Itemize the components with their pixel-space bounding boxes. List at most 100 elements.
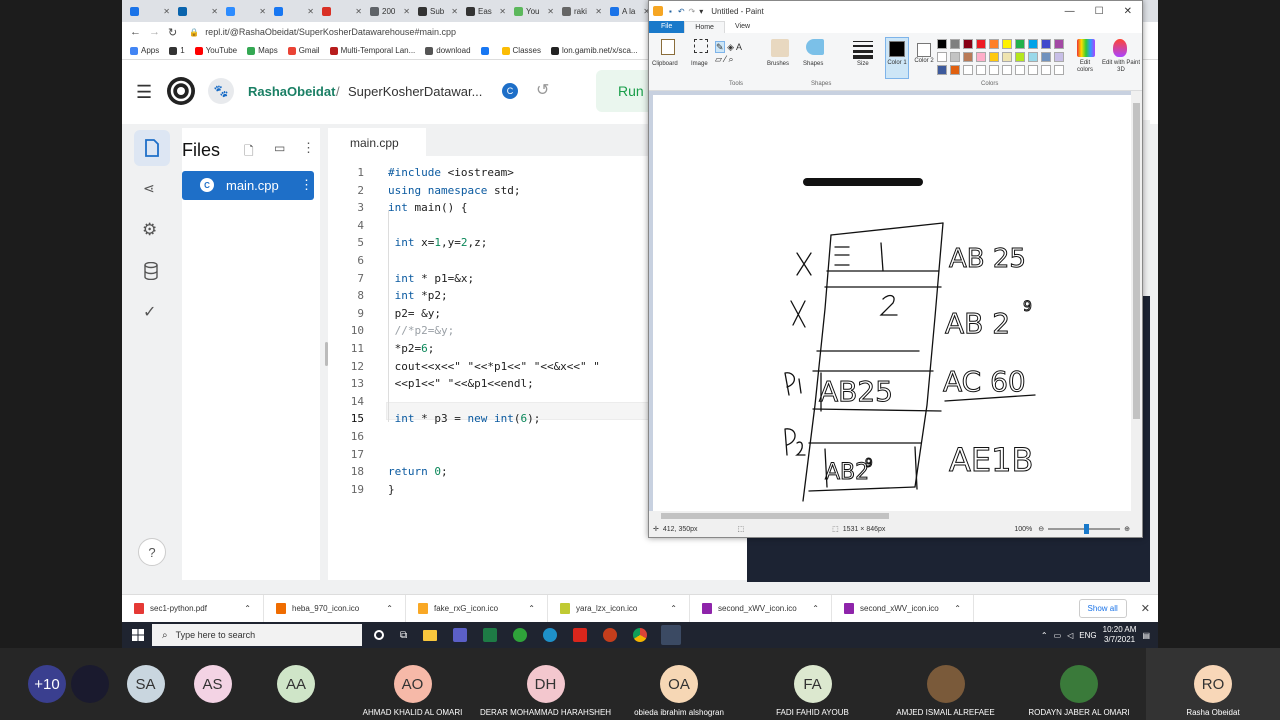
- download-menu-icon[interactable]: ⌃: [386, 604, 393, 613]
- palette-swatch[interactable]: [1015, 52, 1025, 62]
- paint-taskbar-icon[interactable]: [661, 625, 682, 645]
- browser-tab[interactable]: Eas ✕: [462, 2, 510, 20]
- tray-chevron-icon[interactable]: ⌃: [1041, 631, 1048, 640]
- notifications-icon[interactable]: ▤: [1142, 631, 1150, 640]
- project-name[interactable]: SuperKosherDatawar...: [348, 84, 482, 99]
- bookmark-item[interactable]: Maps: [247, 46, 278, 55]
- download-menu-icon[interactable]: ⌃: [670, 604, 677, 613]
- drawing-canvas[interactable]: AB 25 AB 2 9 AC 60 AE1B AB25 AB2 9: [653, 95, 1131, 511]
- database-icon[interactable]: [144, 262, 158, 280]
- cortana-icon[interactable]: [374, 630, 384, 640]
- file-more-icon[interactable]: ⋮: [300, 177, 313, 193]
- browser-tab[interactable]: You ✕: [510, 2, 558, 20]
- user-avatar[interactable]: 🐾: [208, 78, 234, 104]
- browser-tab[interactable]: ✕: [318, 2, 366, 20]
- bookmark-item[interactable]: download: [425, 46, 471, 55]
- chrome-icon[interactable]: [633, 628, 648, 642]
- bookmark-item[interactable]: Gmail: [287, 46, 320, 55]
- participant-tile[interactable]: RO Rasha Obeidat: [1146, 648, 1280, 720]
- participant-tile[interactable]: AO AHMAD KHALID AL OMARI: [346, 648, 479, 720]
- code-line[interactable]: int x=1,y=2,z;: [388, 236, 488, 249]
- palette-swatch[interactable]: [950, 65, 960, 75]
- download-menu-icon[interactable]: ⌃: [954, 604, 961, 613]
- code-line[interactable]: int * p3 = new int(6);: [388, 412, 541, 425]
- palette-swatch[interactable]: [937, 65, 947, 75]
- horizontal-scrollbar[interactable]: [649, 511, 1131, 521]
- palette-swatch[interactable]: [1028, 39, 1038, 49]
- palette-swatch[interactable]: [937, 39, 947, 49]
- participant-tile[interactable]: AA: [246, 648, 346, 720]
- bookmark-item[interactable]: Apps: [130, 46, 159, 55]
- paint3d-button[interactable]: [1113, 39, 1127, 57]
- palette-swatch[interactable]: [1041, 52, 1051, 62]
- palette-swatch[interactable]: [963, 52, 973, 62]
- powerpoint-icon[interactable]: [603, 628, 618, 642]
- teams-icon[interactable]: [453, 628, 468, 642]
- close-downloads-icon[interactable]: ✕: [1141, 602, 1150, 615]
- menu-icon[interactable]: ☰: [136, 82, 152, 103]
- clipboard-label[interactable]: Clipboard: [652, 61, 678, 67]
- palette-swatch[interactable]: [989, 65, 999, 75]
- bookmark-item[interactable]: Multi-Temporal Lan...: [329, 46, 415, 55]
- code-line[interactable]: p2= &y;: [388, 307, 441, 320]
- close-button[interactable]: ✕: [1114, 6, 1142, 17]
- palette-swatch[interactable]: [963, 65, 973, 75]
- maximize-button[interactable]: ☐: [1085, 6, 1114, 17]
- edge-icon[interactable]: [543, 628, 558, 642]
- new-folder-icon[interactable]: ▭: [274, 141, 285, 155]
- download-menu-icon[interactable]: ⌃: [812, 604, 819, 613]
- code-line[interactable]: int *p2;: [388, 289, 448, 302]
- color1-button[interactable]: Color 1: [885, 37, 909, 79]
- browser-tab[interactable]: Sub ✕: [414, 2, 462, 20]
- tab-close-icon[interactable]: ✕: [163, 7, 170, 16]
- bookmark-item[interactable]: [480, 46, 492, 55]
- vertical-scrollbar[interactable]: [1131, 91, 1142, 521]
- palette-swatch[interactable]: [950, 52, 960, 62]
- shapes-button[interactable]: [806, 39, 824, 55]
- download-item[interactable]: second_xWV_icon.ico ⌃: [832, 594, 974, 623]
- editor-tab[interactable]: main.cpp: [328, 128, 426, 156]
- download-item[interactable]: fake_rxG_icon.ico ⌃: [406, 594, 548, 623]
- tab-close-icon[interactable]: ✕: [499, 7, 506, 16]
- code-line[interactable]: //*p2=&y;: [388, 324, 455, 337]
- zoom-slider[interactable]: [1048, 524, 1121, 534]
- palette-swatch[interactable]: [976, 65, 986, 75]
- bookmark-item[interactable]: Classes: [501, 46, 541, 55]
- participant-tile[interactable]: SA: [112, 648, 179, 720]
- undo-icon[interactable]: ↶: [678, 7, 685, 16]
- palette-swatch[interactable]: [1002, 39, 1012, 49]
- palette-swatch[interactable]: [976, 52, 986, 62]
- browser-tab[interactable]: ✕: [174, 2, 222, 20]
- bookmark-item[interactable]: lon.gamib.net/x/sca...: [550, 46, 638, 55]
- browser-tab[interactable]: ✕: [222, 2, 270, 20]
- quick-access-icon[interactable]: ▾: [699, 7, 703, 16]
- download-item[interactable]: sec1-python.pdf ⌃: [122, 594, 264, 623]
- code-line[interactable]: int main() {: [388, 201, 467, 214]
- palette-swatch[interactable]: [989, 52, 999, 62]
- xbox-icon[interactable]: [513, 628, 528, 642]
- picker-icon[interactable]: ⁄: [724, 54, 726, 64]
- task-view-icon[interactable]: ⧉: [400, 630, 407, 641]
- code-line[interactable]: int * p1=&x;: [388, 272, 474, 285]
- palette-swatch[interactable]: [1028, 52, 1038, 62]
- download-menu-icon[interactable]: ⌃: [528, 604, 535, 613]
- text-icon[interactable]: A: [736, 42, 742, 52]
- palette-swatch[interactable]: [1002, 52, 1012, 62]
- redo-icon[interactable]: ↷: [689, 7, 696, 16]
- tab-close-icon[interactable]: ✕: [211, 7, 218, 16]
- palette-swatch[interactable]: [1041, 39, 1051, 49]
- code-line[interactable]: <<p1<<" "<<&p1<<endl;: [388, 377, 534, 390]
- taskbar-search[interactable]: ⌕ Type here to search: [152, 624, 362, 646]
- browser-tab[interactable]: ✕: [270, 2, 318, 20]
- tab-close-icon[interactable]: ✕: [451, 7, 458, 16]
- code-line[interactable]: #include <iostream>: [388, 166, 514, 179]
- username-link[interactable]: RashaObeidat: [248, 84, 335, 99]
- palette-swatch[interactable]: [989, 39, 999, 49]
- brushes-button[interactable]: [771, 39, 789, 57]
- new-file-icon[interactable]: 🗋: [244, 142, 254, 163]
- files-icon[interactable]: [134, 130, 170, 166]
- browser-tab[interactable]: 200 ✕: [366, 2, 414, 20]
- back-icon[interactable]: ←: [130, 26, 141, 38]
- reload-icon[interactable]: ↻: [168, 26, 177, 39]
- image-label[interactable]: Image: [691, 61, 708, 67]
